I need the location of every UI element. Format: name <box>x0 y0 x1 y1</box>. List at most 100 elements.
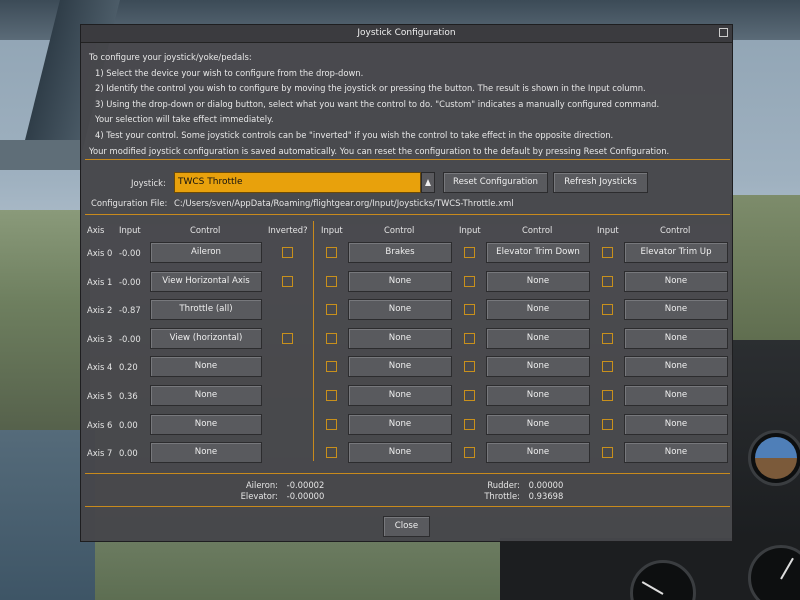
joystick-label: Joystick: <box>131 178 166 188</box>
button-control-button[interactable]: Elevator Trim Up <box>624 242 728 263</box>
header-button-input: Input <box>321 225 343 235</box>
button-input-indicator <box>326 276 337 287</box>
status-throttle: Throttle: 0.93698 <box>484 491 564 501</box>
button-control-button[interactable]: None <box>348 385 452 406</box>
terrain-right <box>730 195 800 355</box>
instruction-line: 2) Identify the control you wish to conf… <box>95 83 646 94</box>
header-control: Control <box>190 225 221 235</box>
button-control-button[interactable]: None <box>348 299 452 320</box>
button-control-button[interactable]: None <box>486 385 590 406</box>
dialog-titlebar: Joystick Configuration <box>81 25 732 43</box>
button-control-button[interactable]: None <box>486 442 590 463</box>
instruction-line: Your selection will take effect immediat… <box>95 114 274 125</box>
axis-control-button[interactable]: None <box>150 385 262 406</box>
button-input-indicator <box>464 304 475 315</box>
button-control-button[interactable]: None <box>348 271 452 292</box>
button-input-indicator <box>464 419 475 430</box>
button-control-button[interactable]: None <box>624 328 728 349</box>
instruction-line: To configure your joystick/yoke/pedals: <box>89 52 252 62</box>
button-control-button[interactable]: None <box>486 299 590 320</box>
attitude-indicator-icon <box>748 430 800 486</box>
cockpit-frame-left <box>0 140 82 170</box>
axis-input-value: -0.00 <box>119 334 141 344</box>
button-control-button[interactable]: None <box>486 414 590 435</box>
button-control-button[interactable]: None <box>624 299 728 320</box>
axis-control-button[interactable]: Throttle (all) <box>150 299 262 320</box>
button-control-button[interactable]: None <box>624 442 728 463</box>
inverted-checkbox[interactable] <box>282 276 293 287</box>
axis-name: Axis 5 <box>87 391 113 401</box>
button-input-indicator <box>602 304 613 315</box>
button-input-indicator <box>602 447 613 458</box>
axis-control-button[interactable]: View Horizontal Axis <box>150 271 262 292</box>
button-control-button[interactable]: None <box>486 271 590 292</box>
axis-control-button[interactable]: Aileron <box>150 242 262 263</box>
button-control-button[interactable]: Brakes <box>348 242 452 263</box>
close-button[interactable]: Close <box>383 516 430 537</box>
header-axis: Axis <box>87 225 105 235</box>
inverted-checkbox[interactable] <box>282 247 293 258</box>
axis-name: Axis 2 <box>87 305 113 315</box>
button-control-button[interactable]: Elevator Trim Down <box>486 242 590 263</box>
status-elevator: Elevator: -0.00000 <box>240 491 325 501</box>
button-control-button[interactable]: None <box>348 356 452 377</box>
inverted-checkbox[interactable] <box>282 333 293 344</box>
config-file-path: C:/Users/sven/AppData/Roaming/flightgear… <box>174 198 514 208</box>
axis-input-value: 0.36 <box>119 391 138 401</box>
axis-control-button[interactable]: None <box>150 442 262 463</box>
button-input-indicator <box>326 419 337 430</box>
button-input-indicator <box>326 390 337 401</box>
button-input-indicator <box>464 247 475 258</box>
button-input-indicator <box>464 361 475 372</box>
refresh-joysticks-button[interactable]: Refresh Joysticks <box>553 172 648 193</box>
instruction-line: 3) Using the drop-down or dialog button,… <box>95 98 660 109</box>
instructions-text: To configure your joystick/yoke/pedals: … <box>89 50 729 159</box>
button-control-button[interactable]: None <box>486 356 590 377</box>
joystick-dropdown[interactable]: TWCS Throttle <box>174 172 421 193</box>
column-divider <box>313 221 314 461</box>
button-input-indicator <box>326 247 337 258</box>
button-control-button[interactable]: None <box>486 328 590 349</box>
dropdown-arrow-icon[interactable] <box>421 172 435 193</box>
header-button-control: Control <box>522 225 553 235</box>
button-control-button[interactable]: None <box>624 414 728 435</box>
axis-input-value: 0.00 <box>119 420 138 430</box>
header-button-control: Control <box>660 225 691 235</box>
header-input: Input <box>119 225 141 235</box>
axis-name: Axis 3 <box>87 334 113 344</box>
button-input-indicator <box>326 447 337 458</box>
axis-name: Axis 7 <box>87 448 113 458</box>
reset-configuration-button[interactable]: Reset Configuration <box>443 172 548 193</box>
button-control-button[interactable]: None <box>348 414 452 435</box>
button-control-button[interactable]: None <box>348 442 452 463</box>
axis-name: Axis 0 <box>87 248 113 258</box>
button-input-indicator <box>464 333 475 344</box>
button-control-button[interactable]: None <box>624 356 728 377</box>
axis-control-button[interactable]: View (horizontal) <box>150 328 262 349</box>
axis-control-button[interactable]: None <box>150 414 262 435</box>
button-input-indicator <box>602 276 613 287</box>
button-input-indicator <box>464 447 475 458</box>
button-input-indicator <box>464 276 475 287</box>
button-input-indicator <box>464 390 475 401</box>
button-input-indicator <box>326 333 337 344</box>
instruction-line: 1) Select the device your wish to config… <box>95 67 364 78</box>
button-control-button[interactable]: None <box>348 328 452 349</box>
terrain-left <box>0 210 90 440</box>
window-close-icon[interactable] <box>719 28 728 37</box>
button-input-indicator <box>326 361 337 372</box>
header-inverted: Inverted? <box>268 225 308 235</box>
button-input-indicator <box>602 361 613 372</box>
divider <box>85 473 730 474</box>
axis-input-value: 0.00 <box>119 448 138 458</box>
axis-input-value: -0.00 <box>119 277 141 287</box>
divider <box>85 214 730 215</box>
button-control-button[interactable]: None <box>624 385 728 406</box>
axis-name: Axis 1 <box>87 277 113 287</box>
axis-control-button[interactable]: None <box>150 356 262 377</box>
button-control-button[interactable]: None <box>624 271 728 292</box>
header-button-control: Control <box>384 225 415 235</box>
button-input-indicator <box>602 390 613 401</box>
joystick-configuration-dialog: Joystick Configuration To configure your… <box>80 24 733 542</box>
axis-input-value: -0.87 <box>119 305 141 315</box>
